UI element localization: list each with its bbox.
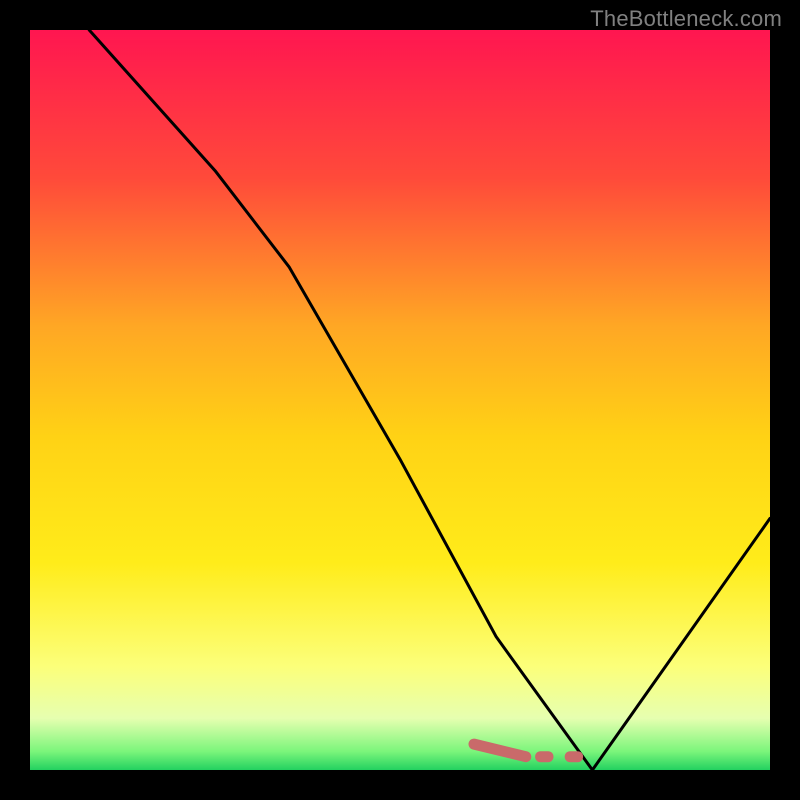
chart-container: TheBottleneck.com: [0, 0, 800, 800]
optimal-region-marker: [30, 30, 770, 770]
plot-area: [30, 30, 770, 770]
watermark-text: TheBottleneck.com: [590, 6, 782, 32]
